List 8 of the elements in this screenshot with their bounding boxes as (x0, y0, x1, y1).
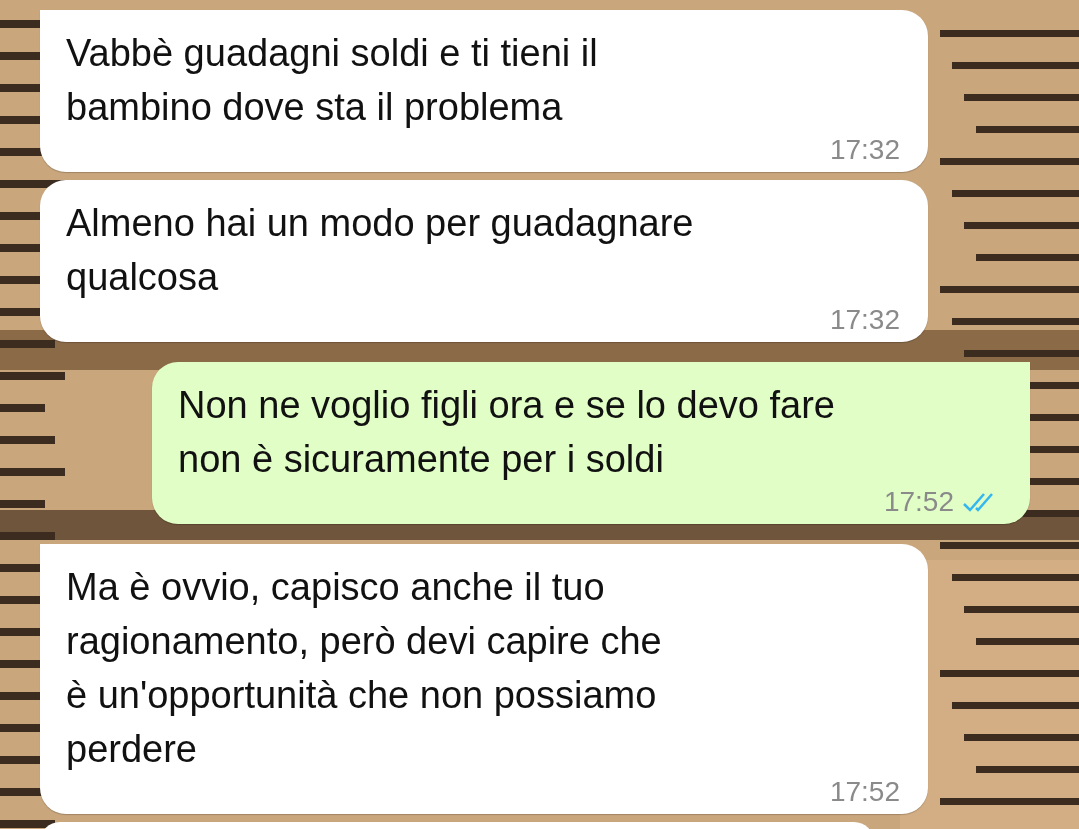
message-text: Non ne voglio figli ora e se lo devo fare non è sicuramente per i soldi (178, 383, 835, 482)
message-time: 17:32 (829, 134, 900, 166)
message-text: Almeno hai un modo per guadagnare qualcosa (66, 201, 694, 300)
message-text: Ma è ovvio, capisco anche il tuo ragionamento, però devi capire che è un'opportunità che non possiamo perdere (66, 565, 662, 772)
message-text: Vabbè guadagni soldi e ti tieni il bambino dove sta il problema (66, 31, 598, 130)
message-time: 17:32 (829, 304, 900, 336)
message-time: 17:52 (829, 776, 900, 808)
message-time: 17:52 (883, 486, 954, 518)
